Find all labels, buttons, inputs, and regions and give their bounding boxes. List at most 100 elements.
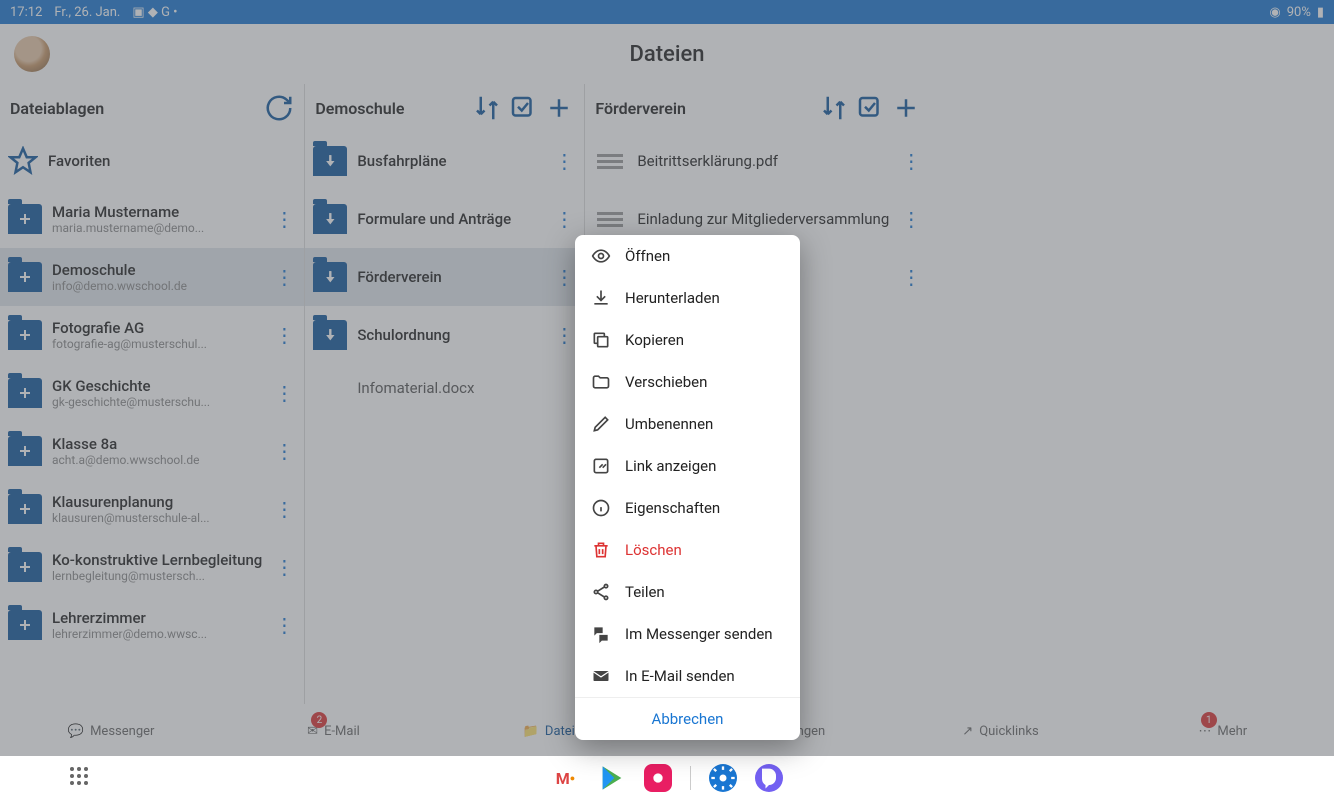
folder-row[interactable]: Schulordnung ⋮ [305,306,584,364]
menu-link[interactable]: Link anzeigen [575,445,800,487]
context-menu: Öffnen Herunterladen Kopieren Verschiebe… [575,235,800,740]
more-icon[interactable]: ⋮ [272,439,296,463]
file-name: Infomaterial.docx [357,379,576,397]
sort-icon[interactable] [472,93,502,123]
camera-icon[interactable] [644,764,672,792]
column-dateiablagen: Dateiablagen Favoriten Maria Mustername … [0,84,305,704]
storage-name: Lehrerzimmer [52,609,262,627]
storage-row[interactable]: Fotografie AG fotografie-ag@musterschul.… [0,306,304,364]
info-icon [591,498,611,518]
folder-name: Förderverein [357,268,542,286]
menu-info[interactable]: Eigenschaften [575,487,800,529]
file-row[interactable]: Infomaterial.docx [305,364,584,412]
download-icon [591,288,611,308]
select-icon[interactable] [508,93,538,123]
storage-row[interactable]: Maria Mustername maria.mustername@demo..… [0,190,304,248]
battery-text: 90% [1287,5,1311,20]
menu-copy[interactable]: Kopieren [575,319,800,361]
more-icon[interactable]: ⋮ [899,149,923,173]
more-icon[interactable]: ⋮ [899,265,923,289]
avatar[interactable] [14,36,50,72]
eye-icon [591,246,611,266]
menu-share[interactable]: Teilen [575,571,800,613]
sort-icon[interactable] [819,93,849,123]
add-icon[interactable] [891,93,921,123]
storage-name: Klasse 8a [52,435,262,453]
storage-sub: gk-geschichte@musterschu... [52,395,262,409]
settings-icon[interactable] [709,764,737,792]
col1-title: Dateiablagen [10,99,258,118]
more-icon[interactable]: ⋮ [552,149,576,173]
chat-icon [591,624,611,644]
more-icon[interactable]: ⋮ [272,323,296,347]
menu-label: Löschen [625,541,682,559]
menu-pencil[interactable]: Umbenennen [575,403,800,445]
nav-quicklinks[interactable]: ↗ Quicklinks [889,706,1111,756]
folder-icon [8,378,42,408]
nav-messenger[interactable]: 💬 Messenger [0,706,222,756]
more-icon[interactable]: ⋮ [899,207,923,231]
nav-e-mail[interactable]: 2 ✉ E-Mail [222,706,444,756]
storage-row[interactable]: Demoschule info@demo.wwschool.de ⋮ [0,248,304,306]
folder-row[interactable]: Formulare und Anträge ⋮ [305,190,584,248]
status-date: Fr., 26. Jan. [54,5,120,20]
more-icon[interactable]: ⋮ [272,613,296,637]
menu-eye[interactable]: Öffnen [575,235,800,277]
more-icon[interactable]: ⋮ [272,497,296,521]
cancel-button[interactable]: Abbrechen [575,697,800,740]
gmail-icon[interactable]: M● [552,764,580,792]
menu-mail[interactable]: In E-Mail senden [575,655,800,697]
favorites-row[interactable]: Favoriten [0,132,304,190]
storage-name: Klausurenplanung [52,493,262,511]
viber-icon[interactable] [755,764,783,792]
folder-name: Schulordnung [357,326,542,344]
more-icon[interactable]: ⋮ [552,323,576,347]
folder-icon [8,262,42,292]
menu-folder[interactable]: Verschieben [575,361,800,403]
add-icon[interactable] [544,93,574,123]
nav-label: Messenger [90,724,154,739]
storage-row[interactable]: Klasse 8a acht.a@demo.wwschool.de ⋮ [0,422,304,480]
more-icon[interactable]: ⋮ [272,207,296,231]
folder-download-icon [313,204,347,234]
select-icon[interactable] [855,93,885,123]
android-navbar: M● [0,756,1334,800]
more-icon[interactable]: ⋮ [552,265,576,289]
refresh-icon[interactable] [264,93,294,123]
app-header: Dateien [0,24,1334,84]
folder-icon [8,204,42,234]
menu-download[interactable]: Herunterladen [575,277,800,319]
file-row[interactable]: Beitrittserklärung.pdf ⋮ [585,132,931,190]
more-icon[interactable]: ⋮ [272,555,296,579]
play-icon[interactable] [598,764,626,792]
app-drawer-icon[interactable] [70,767,92,789]
pencil-icon [591,414,611,434]
folder-icon [8,436,42,466]
folder-name: Busfahrpläne [357,152,542,170]
storage-name: GK Geschichte [52,377,262,395]
nav-mehr[interactable]: 1 ⋯ Mehr [1112,706,1334,756]
folder-row[interactable]: Förderverein ⋮ [305,248,584,306]
status-icons: ▣ ◆ G • [132,5,177,20]
nav-label: E-Mail [324,724,360,739]
folder-name: Formulare und Anträge [357,210,542,228]
more-icon[interactable]: ⋮ [272,381,296,405]
col3-title: Förderverein [595,99,813,118]
storage-row[interactable]: Lehrerzimmer lehrerzimmer@demo.wwsc... ⋮ [0,596,304,654]
storage-row[interactable]: Ko-konstruktive Lernbegleitung lernbegle… [0,538,304,596]
folder-download-icon [313,262,347,292]
more-icon[interactable]: ⋮ [272,265,296,289]
menu-label: Verschieben [625,373,707,391]
more-icon[interactable]: ⋮ [552,207,576,231]
menu-chat[interactable]: Im Messenger senden [575,613,800,655]
storage-row[interactable]: Klausurenplanung klausuren@musterschule-… [0,480,304,538]
android-statusbar: 17:12 Fr., 26. Jan. ▣ ◆ G • ◉ 90% ▮ [0,0,1334,24]
menu-trash[interactable]: Löschen [575,529,800,571]
storage-sub: klausuren@musterschule-al... [52,511,262,525]
storage-row[interactable]: GK Geschichte gk-geschichte@musterschu..… [0,364,304,422]
storage-sub: info@demo.wwschool.de [52,279,262,293]
star-icon [8,146,38,176]
mail-icon [591,666,611,686]
folder-row[interactable]: Busfahrpläne ⋮ [305,132,584,190]
menu-label: Kopieren [625,331,684,349]
